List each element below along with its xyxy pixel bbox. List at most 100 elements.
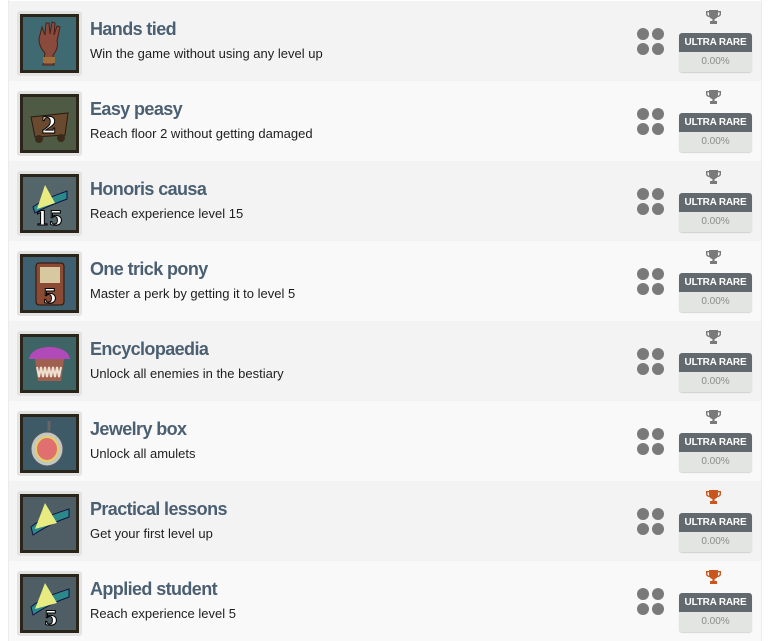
achievement-title: Jewelry box	[90, 419, 187, 439]
dot	[652, 348, 664, 360]
dot	[652, 28, 664, 40]
compare-dots-icon[interactable]	[637, 108, 665, 136]
rarity-badge: ULTRA RARE 0.00%	[679, 33, 752, 72]
svg-text:5: 5	[44, 606, 58, 630]
grey-trophy-icon	[706, 10, 721, 24]
graduation-5-icon: 5	[20, 574, 79, 633]
achievement-icon-container	[17, 491, 82, 556]
achievement-title: Practical lessons	[90, 499, 227, 519]
dot	[652, 508, 664, 520]
achievement-title: Honoris causa	[90, 179, 207, 199]
dot	[637, 348, 649, 360]
dot	[637, 283, 649, 295]
achievement-title: Easy peasy	[90, 99, 183, 119]
graduation-5-icon-art: 5	[23, 577, 76, 630]
dot	[652, 203, 664, 215]
grey-trophy-icon	[706, 170, 721, 184]
dot	[652, 268, 664, 280]
achievement-description: Unlock all amulets	[90, 446, 196, 461]
achievement-title: Hands tied	[90, 19, 177, 39]
compare-dots-icon[interactable]	[637, 588, 665, 616]
achievement-row: 5 Applied student Reach experience level…	[9, 561, 761, 641]
dot	[637, 603, 649, 615]
perk-card-5-icon-art: 5	[23, 257, 76, 310]
rarity-percent: 0.00%	[679, 612, 752, 632]
dot	[652, 108, 664, 120]
dot	[652, 188, 664, 200]
achievement-description: Reach experience level 15	[90, 206, 244, 221]
rarity-label: ULTRA RARE	[679, 593, 752, 612]
rarity-badge: ULTRA RARE 0.00%	[679, 353, 752, 392]
rarity-label: ULTRA RARE	[679, 193, 752, 212]
compare-dots-icon[interactable]	[637, 508, 665, 536]
rarity-percent: 0.00%	[679, 52, 752, 72]
dot	[652, 123, 664, 135]
dot	[637, 203, 649, 215]
dot	[637, 108, 649, 120]
dot	[637, 508, 649, 520]
rarity-label: ULTRA RARE	[679, 513, 752, 532]
glove-icon-art	[23, 17, 76, 70]
dot	[637, 443, 649, 455]
achievement-row: 15 Honoris causa Reach experience level …	[9, 161, 761, 241]
minecart-2-icon: 2	[20, 94, 79, 153]
rarity-badge: ULTRA RARE 0.00%	[679, 433, 752, 472]
rarity-percent: 0.00%	[679, 292, 752, 312]
rarity-badge: ULTRA RARE 0.00%	[679, 273, 752, 312]
graduation-cap-icon-art	[23, 497, 76, 550]
achievement-icon-container: 2	[17, 91, 82, 156]
compare-dots-icon[interactable]	[637, 188, 665, 216]
achievement-title: Encyclopaedia	[90, 339, 209, 359]
dot	[652, 43, 664, 55]
dot	[637, 523, 649, 535]
compare-dots-icon[interactable]	[637, 428, 665, 456]
achievement-description: Master a perk by getting it to level 5	[90, 286, 296, 301]
dot	[637, 188, 649, 200]
rarity-percent: 0.00%	[679, 532, 752, 552]
achievement-description: Unlock all enemies in the bestiary	[90, 366, 284, 381]
achievement-icon-container	[17, 11, 82, 76]
grey-trophy-icon	[706, 90, 721, 104]
achievement-row: Practical lessons Get your first level u…	[9, 481, 761, 561]
graduation-15-icon: 15	[20, 174, 79, 233]
dot	[652, 523, 664, 535]
rarity-badge: ULTRA RARE 0.00%	[679, 513, 752, 552]
graduation-cap-icon	[20, 494, 79, 553]
compare-dots-icon[interactable]	[637, 268, 665, 296]
compare-dots-icon[interactable]	[637, 28, 665, 56]
dot	[652, 443, 664, 455]
achievement-description: Get your first level up	[90, 526, 213, 541]
rarity-label: ULTRA RARE	[679, 33, 752, 52]
achievement-row: Hands tied Win the game without using an…	[9, 1, 761, 81]
dot	[652, 603, 664, 615]
dot	[637, 428, 649, 440]
mushroom-monster-icon-art	[23, 337, 76, 390]
grey-trophy-icon	[706, 410, 721, 424]
achievement-description: Reach experience level 5	[90, 606, 236, 621]
grey-trophy-icon	[706, 330, 721, 344]
dot	[637, 363, 649, 375]
svg-text:2: 2	[41, 113, 56, 139]
rarity-label: ULTRA RARE	[679, 113, 752, 132]
bronze-trophy-icon	[706, 570, 721, 584]
rarity-badge: ULTRA RARE 0.00%	[679, 113, 752, 152]
rarity-badge: ULTRA RARE 0.00%	[679, 593, 752, 632]
achievement-row: Encyclopaedia Unlock all enemies in the …	[9, 321, 761, 401]
rarity-label: ULTRA RARE	[679, 433, 752, 452]
rarity-badge: ULTRA RARE 0.00%	[679, 193, 752, 232]
achievement-row: Jewelry box Unlock all amulets ULTRA RAR…	[9, 401, 761, 481]
dot	[637, 28, 649, 40]
achievement-icon-container	[17, 331, 82, 396]
achievement-title: Applied student	[90, 579, 218, 599]
minecart-2-icon-art: 2	[23, 97, 76, 150]
compare-dots-icon[interactable]	[637, 348, 665, 376]
achievement-icon-container	[17, 411, 82, 476]
perk-card-5-icon: 5	[20, 254, 79, 313]
dot	[637, 588, 649, 600]
rarity-percent: 0.00%	[679, 452, 752, 472]
rarity-percent: 0.00%	[679, 212, 752, 232]
achievement-row: 5 One trick pony Master a perk by gettin…	[9, 241, 761, 321]
achievement-icon-container: 15	[17, 171, 82, 236]
mushroom-monster-icon	[20, 334, 79, 393]
svg-text:15: 15	[35, 206, 63, 230]
